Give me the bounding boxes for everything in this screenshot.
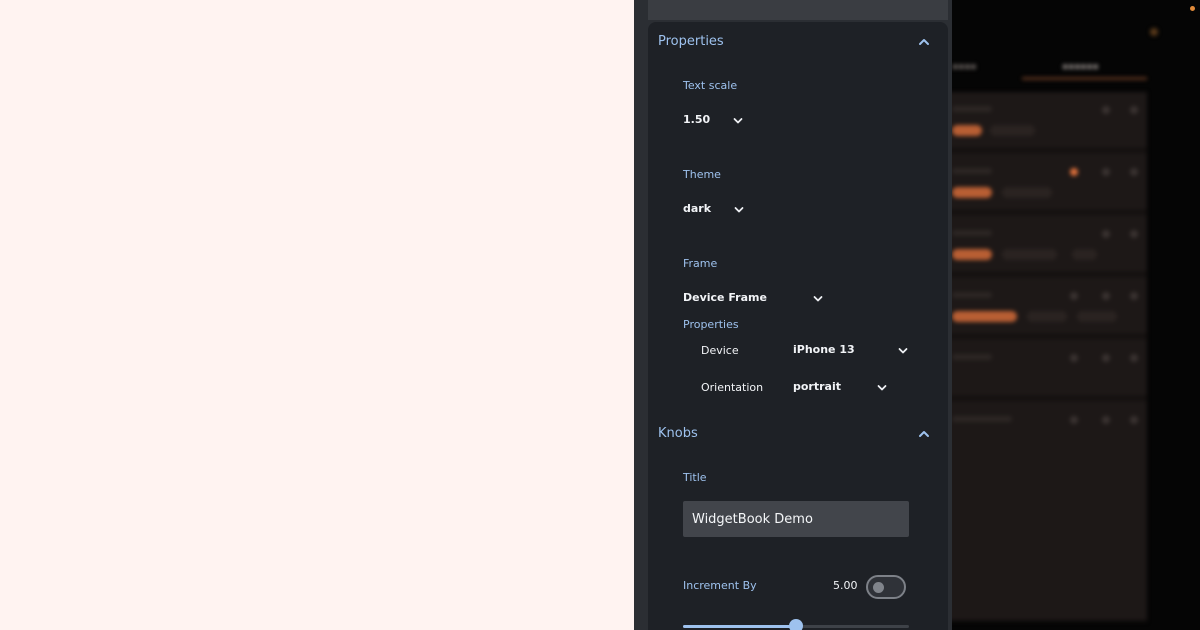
backdrop-chip [1077, 311, 1117, 322]
title-knob-input[interactable] [683, 501, 909, 537]
chevron-up-icon[interactable] [917, 35, 931, 49]
toggle-knob [873, 582, 884, 593]
increment-by-slider[interactable] [683, 619, 909, 630]
panel-header-bar [648, 0, 948, 20]
increment-by-label: Increment By [683, 579, 757, 592]
chevron-down-icon[interactable] [812, 293, 824, 305]
frame-properties-label: Properties [683, 318, 739, 331]
theme-value[interactable]: dark [683, 202, 711, 215]
backdrop-line [952, 230, 992, 236]
orientation-label: Orientation [701, 381, 764, 394]
blurred-app-content: ▪▪▪▪ ▪▪▪▪▪▪ [952, 0, 1200, 630]
backdrop-pill [952, 187, 992, 198]
properties-section-title[interactable]: Properties [658, 34, 724, 49]
list-item [952, 402, 1147, 622]
backdrop-chip [990, 125, 1035, 136]
backdrop-tab-underline [1022, 77, 1147, 80]
backdrop-pill [952, 125, 982, 136]
backdrop-dot [1102, 416, 1110, 424]
theme-label: Theme [683, 168, 721, 181]
slider-thumb[interactable] [789, 619, 803, 630]
backdrop-list [952, 92, 1147, 622]
list-item [952, 340, 1147, 398]
backdrop-dot [1102, 230, 1110, 238]
chevron-down-icon[interactable] [732, 115, 744, 127]
backdrop-chip [1027, 311, 1067, 322]
backdrop-dot [1102, 168, 1110, 176]
text-scale-label: Text scale [683, 79, 738, 92]
backdrop-dot [1130, 354, 1138, 362]
backdrop-dot [1130, 168, 1138, 176]
backdrop-dot [1070, 292, 1078, 300]
backdrop-pill [952, 249, 992, 260]
backdrop-chip [1002, 187, 1052, 198]
title-knob-label: Title [683, 471, 707, 484]
slider-fill [683, 625, 796, 628]
backdrop-dot [1102, 354, 1110, 362]
text-scale-value[interactable]: 1.50 [683, 113, 710, 126]
backdrop-line [952, 354, 992, 360]
backdrop-dot [1070, 168, 1078, 176]
app-preview-backdrop: ▪▪▪▪ ▪▪▪▪▪▪ [952, 0, 1200, 630]
backdrop-tabs: ▪▪▪▪ ▪▪▪▪▪▪ [952, 62, 1152, 82]
increment-by-toggle[interactable] [866, 575, 906, 599]
backdrop-pill [952, 311, 1017, 322]
backdrop-tab: ▪▪▪▪▪▪ [1062, 62, 1099, 72]
backdrop-tab: ▪▪▪▪ [952, 62, 977, 72]
device-value[interactable]: iPhone 13 [793, 343, 855, 356]
backdrop-chip [1002, 249, 1057, 260]
backdrop-line [952, 292, 992, 298]
backdrop-dot [1102, 292, 1110, 300]
chevron-down-icon[interactable] [897, 345, 909, 357]
backdrop-line [952, 416, 1012, 422]
list-item [952, 92, 1147, 150]
panel-content: Properties Text scale 1.50 Theme dark Fr… [648, 22, 948, 630]
frame-value[interactable]: Device Frame [683, 291, 767, 304]
backdrop-dot [1130, 416, 1138, 424]
chevron-up-icon[interactable] [917, 427, 931, 441]
backdrop-line [952, 106, 992, 112]
increment-by-value: 5.00 [833, 579, 858, 592]
list-item [952, 216, 1147, 274]
chevron-down-icon[interactable] [733, 204, 745, 216]
orientation-value[interactable]: portrait [793, 380, 841, 393]
backdrop-dot [1130, 106, 1138, 114]
frame-label: Frame [683, 257, 718, 270]
list-item [952, 154, 1147, 212]
device-label: Device [701, 344, 739, 357]
status-dot [1190, 6, 1195, 11]
backdrop-line [952, 168, 992, 174]
backdrop-dot [1070, 354, 1078, 362]
preview-canvas [0, 0, 634, 630]
backdrop-dot [1102, 106, 1110, 114]
knobs-section-title[interactable]: Knobs [658, 426, 698, 441]
addons-panel: Properties Text scale 1.50 Theme dark Fr… [634, 0, 952, 630]
chevron-down-icon[interactable] [876, 382, 888, 394]
backdrop-dot [1130, 292, 1138, 300]
backdrop-glow [1150, 28, 1158, 36]
backdrop-dot [1070, 416, 1078, 424]
backdrop-dot [1130, 230, 1138, 238]
backdrop-chip [1072, 249, 1097, 260]
list-item [952, 278, 1147, 336]
